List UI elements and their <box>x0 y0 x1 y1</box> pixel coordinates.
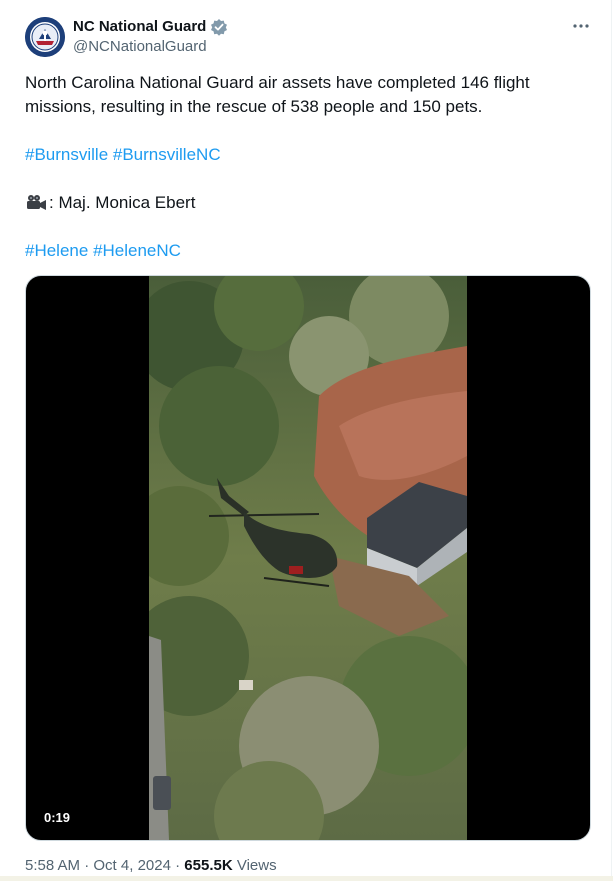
hashtag-row-2: #Helene #HeleneNC <box>25 239 590 263</box>
movie-camera-icon <box>25 194 47 212</box>
meta-separator: · <box>80 857 94 874</box>
hashtag-link[interactable]: #Burnsville <box>25 145 108 164</box>
video-player[interactable]: 0:19 <box>25 275 591 841</box>
more-options-icon[interactable] <box>570 16 592 36</box>
views-label: Views <box>236 857 277 874</box>
credit-text: : Maj. Monica Ebert <box>49 193 196 212</box>
nc-national-guard-seal-icon <box>25 17 65 57</box>
post-date[interactable]: Oct 4, 2024 <box>93 857 171 874</box>
video-credit: : Maj. Monica Ebert <box>25 191 590 215</box>
post-text: North Carolina National Guard air assets… <box>25 73 530 116</box>
video-duration: 0:19 <box>44 810 71 825</box>
display-name[interactable]: NC National Guard <box>73 17 206 37</box>
views-count: 655.5K <box>184 857 233 874</box>
hashtag-link[interactable]: #BurnsvilleNC <box>113 145 221 164</box>
author-handle[interactable]: @NCNationalGuard <box>73 38 207 56</box>
post-meta: 5:58 AM · Oct 4, 2024 · 655.5K Views <box>25 856 277 876</box>
verified-badge-icon <box>210 18 228 36</box>
author-name-row[interactable]: NC National Guard <box>73 17 228 37</box>
avatar[interactable] <box>25 17 65 57</box>
aerial-helicopter-rescue-image <box>149 276 467 840</box>
hashtag-link[interactable]: #HeleneNC <box>93 241 181 260</box>
hashtag-row-1: #Burnsville #BurnsvilleNC <box>25 143 590 167</box>
meta-separator: · <box>170 857 185 874</box>
hashtag-link[interactable]: #Helene <box>25 241 88 260</box>
tweet-card: NC National Guard @NCNationalGuard North… <box>0 0 612 880</box>
post-time[interactable]: 5:58 AM <box>25 857 80 874</box>
video-frame[interactable] <box>149 276 467 840</box>
page-bottom-strip <box>0 876 613 881</box>
